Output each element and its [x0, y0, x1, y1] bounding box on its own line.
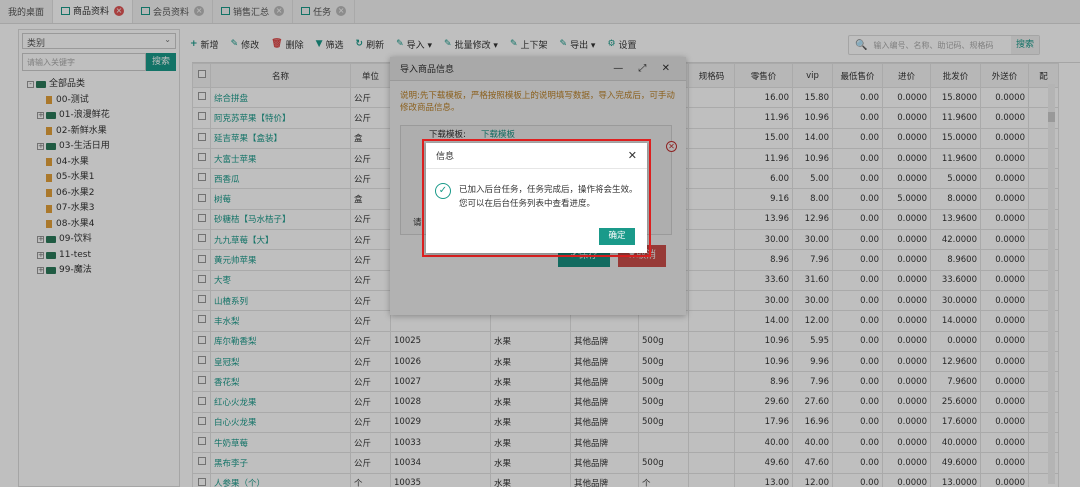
confirm-button[interactable]: 确定: [599, 228, 635, 245]
check-circle-icon: ✓: [435, 183, 451, 199]
info-dialog: 信息 ✕ ✓ 已加入后台任务，任务完成后，操作将会生效。您可以在后台任务列表中查…: [426, 143, 647, 253]
info-dialog-title: 信息: [436, 152, 455, 162]
close-icon[interactable]: ✕: [628, 149, 637, 162]
info-message: 已加入后台任务，任务完成后，操作将会生效。您可以在后台任务列表中查看进度。: [459, 185, 638, 209]
